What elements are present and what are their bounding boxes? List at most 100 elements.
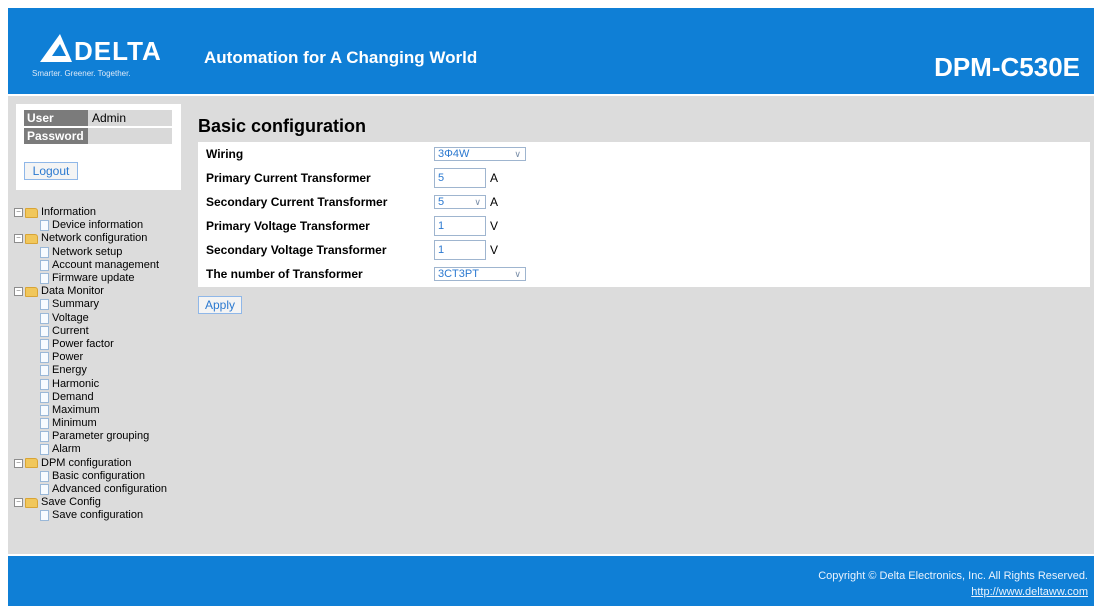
wiring-row: Wiring 3Φ4W ∨: [206, 144, 1086, 164]
transformer-count-value: 3CT3PT: [438, 268, 479, 280]
primary-vt-input[interactable]: 1: [434, 216, 486, 236]
apply-button[interactable]: Apply: [198, 296, 242, 314]
tree-folder[interactable]: − DPM configuration: [14, 457, 188, 470]
folder-icon: [25, 458, 38, 469]
user-row: User Admin: [24, 110, 172, 126]
tree-item-label: Advanced configuration: [52, 483, 167, 496]
page-icon: [40, 325, 49, 337]
primary-ct-input[interactable]: 5: [434, 168, 486, 188]
tree-item[interactable]: Power: [14, 351, 188, 364]
collapse-icon[interactable]: −: [14, 498, 23, 508]
wiring-select[interactable]: 3Φ4W ∨: [434, 147, 526, 161]
primary-vt-row: Primary Voltage Transformer 1 V: [206, 216, 1086, 236]
tree-folder[interactable]: − Network configuration: [14, 232, 188, 245]
tree-item[interactable]: Maximum: [14, 404, 188, 417]
page-icon: [40, 299, 49, 311]
primary-vt-unit: V: [490, 219, 499, 233]
tree-item[interactable]: Advanced configuration: [14, 483, 188, 496]
page-icon: [40, 246, 49, 258]
tree-item[interactable]: Current: [14, 325, 188, 338]
collapse-icon[interactable]: −: [14, 234, 23, 244]
tree-item-label: Minimum: [52, 417, 97, 430]
tree-item-label: DPM configuration: [41, 456, 132, 469]
secondary-ct-select[interactable]: 5 ∨: [434, 195, 486, 209]
folder-icon: [25, 286, 38, 297]
tree-item-label: Maximum: [52, 403, 100, 416]
collapse-icon[interactable]: −: [14, 208, 23, 218]
page-icon: [40, 404, 49, 416]
tree-item-label: Voltage: [52, 311, 89, 324]
header-bar: DELTA Smarter. Greener. Together. Automa…: [8, 8, 1094, 94]
tree-item[interactable]: Alarm: [14, 443, 188, 456]
page-icon: [40, 391, 49, 403]
primary-ct-label: Primary Current Transformer: [206, 171, 371, 185]
copyright-text: Copyright © Delta Electronics, Inc. All …: [818, 570, 1088, 582]
tree-folder[interactable]: − Information: [14, 206, 188, 219]
brand-text: DELTA: [74, 36, 162, 66]
tree-item-label: Alarm: [52, 443, 81, 456]
tree-item-label: Current: [52, 324, 89, 337]
sidebar: User Admin Password Logout − Information D…: [8, 96, 188, 554]
tree-item-label: Network configuration: [41, 232, 148, 245]
header-slogan: Automation for A Changing World: [204, 48, 478, 67]
user-value: Admin: [88, 110, 172, 126]
user-label: User: [24, 110, 88, 126]
website-link[interactable]: http://www.deltaww.com: [971, 586, 1088, 598]
tree-item-label: Device information: [52, 219, 144, 232]
collapse-icon[interactable]: −: [14, 458, 23, 468]
tree-item[interactable]: Network setup: [14, 246, 188, 259]
tree-item[interactable]: Power factor: [14, 338, 188, 351]
page-title: Basic configuration: [198, 116, 367, 136]
primary-ct-row: Primary Current Transformer 5 A: [206, 168, 1086, 188]
tree-item[interactable]: Demand: [14, 391, 188, 404]
footer-bar: Copyright © Delta Electronics, Inc. All …: [8, 556, 1094, 606]
tree-item-label: Save Config: [41, 496, 101, 509]
config-form: Wiring 3Φ4W ∨ Primary Current Transforme…: [198, 142, 1090, 287]
tree-item[interactable]: Summary: [14, 298, 188, 311]
tree-item[interactable]: Harmonic: [14, 377, 188, 390]
secondary-vt-input[interactable]: 1: [434, 240, 486, 260]
page-icon: [40, 484, 49, 496]
password-row: Password: [24, 128, 172, 144]
page-icon: [40, 431, 49, 443]
tree-item-label: Power factor: [52, 337, 114, 350]
tree-item[interactable]: Account management: [14, 259, 188, 272]
folder-icon: [25, 497, 38, 508]
page-icon: [40, 259, 49, 271]
tree-item[interactable]: Basic configuration: [14, 470, 188, 483]
secondary-vt-label: Secondary Voltage Transformer: [206, 243, 387, 257]
tree-folder[interactable]: − Save Config: [14, 496, 188, 509]
main-panel: Basic configuration Wiring 3Φ4W ∨ Primar…: [188, 96, 1094, 554]
tree-item[interactable]: Firmware update: [14, 272, 188, 285]
tree-item-label: Account management: [52, 258, 160, 271]
tree-item[interactable]: Energy: [14, 364, 188, 377]
transformer-count-select[interactable]: 3CT3PT ∨: [434, 267, 526, 281]
tree-item-label: Parameter grouping: [52, 430, 150, 443]
page-icon: [40, 352, 49, 364]
page-icon: [40, 365, 49, 377]
brand-tagline: Smarter. Greener. Together.: [32, 69, 131, 78]
tree-item[interactable]: Save configuration: [14, 509, 188, 522]
tree-item-label: Information: [41, 206, 97, 219]
device-model: DPM-C530E: [934, 52, 1080, 82]
tree-item-label: Summary: [52, 298, 100, 311]
chevron-down-icon: ∨: [514, 149, 521, 159]
tree-item[interactable]: Minimum: [14, 417, 188, 430]
tree-folder[interactable]: − Data Monitor: [14, 285, 188, 298]
password-field[interactable]: [88, 128, 172, 144]
tree-item[interactable]: Voltage: [14, 312, 188, 325]
transformer-count-label: The number of Transformer: [206, 267, 363, 281]
chevron-down-icon: ∨: [474, 197, 481, 207]
collapse-icon[interactable]: −: [14, 287, 23, 297]
tree-item-label: Data Monitor: [41, 285, 104, 298]
logout-button[interactable]: Logout: [24, 162, 78, 180]
page-icon: [40, 312, 49, 324]
folder-icon: [25, 233, 38, 244]
tree-item-label: Demand: [52, 390, 94, 403]
tree-item[interactable]: Parameter grouping: [14, 430, 188, 443]
tree-item[interactable]: Device information: [14, 219, 188, 232]
secondary-ct-value: 5: [438, 196, 445, 208]
page-icon: [40, 470, 49, 482]
transformer-count-row: The number of Transformer 3CT3PT ∨: [206, 264, 1086, 284]
login-panel: User Admin Password Logout: [16, 104, 181, 190]
